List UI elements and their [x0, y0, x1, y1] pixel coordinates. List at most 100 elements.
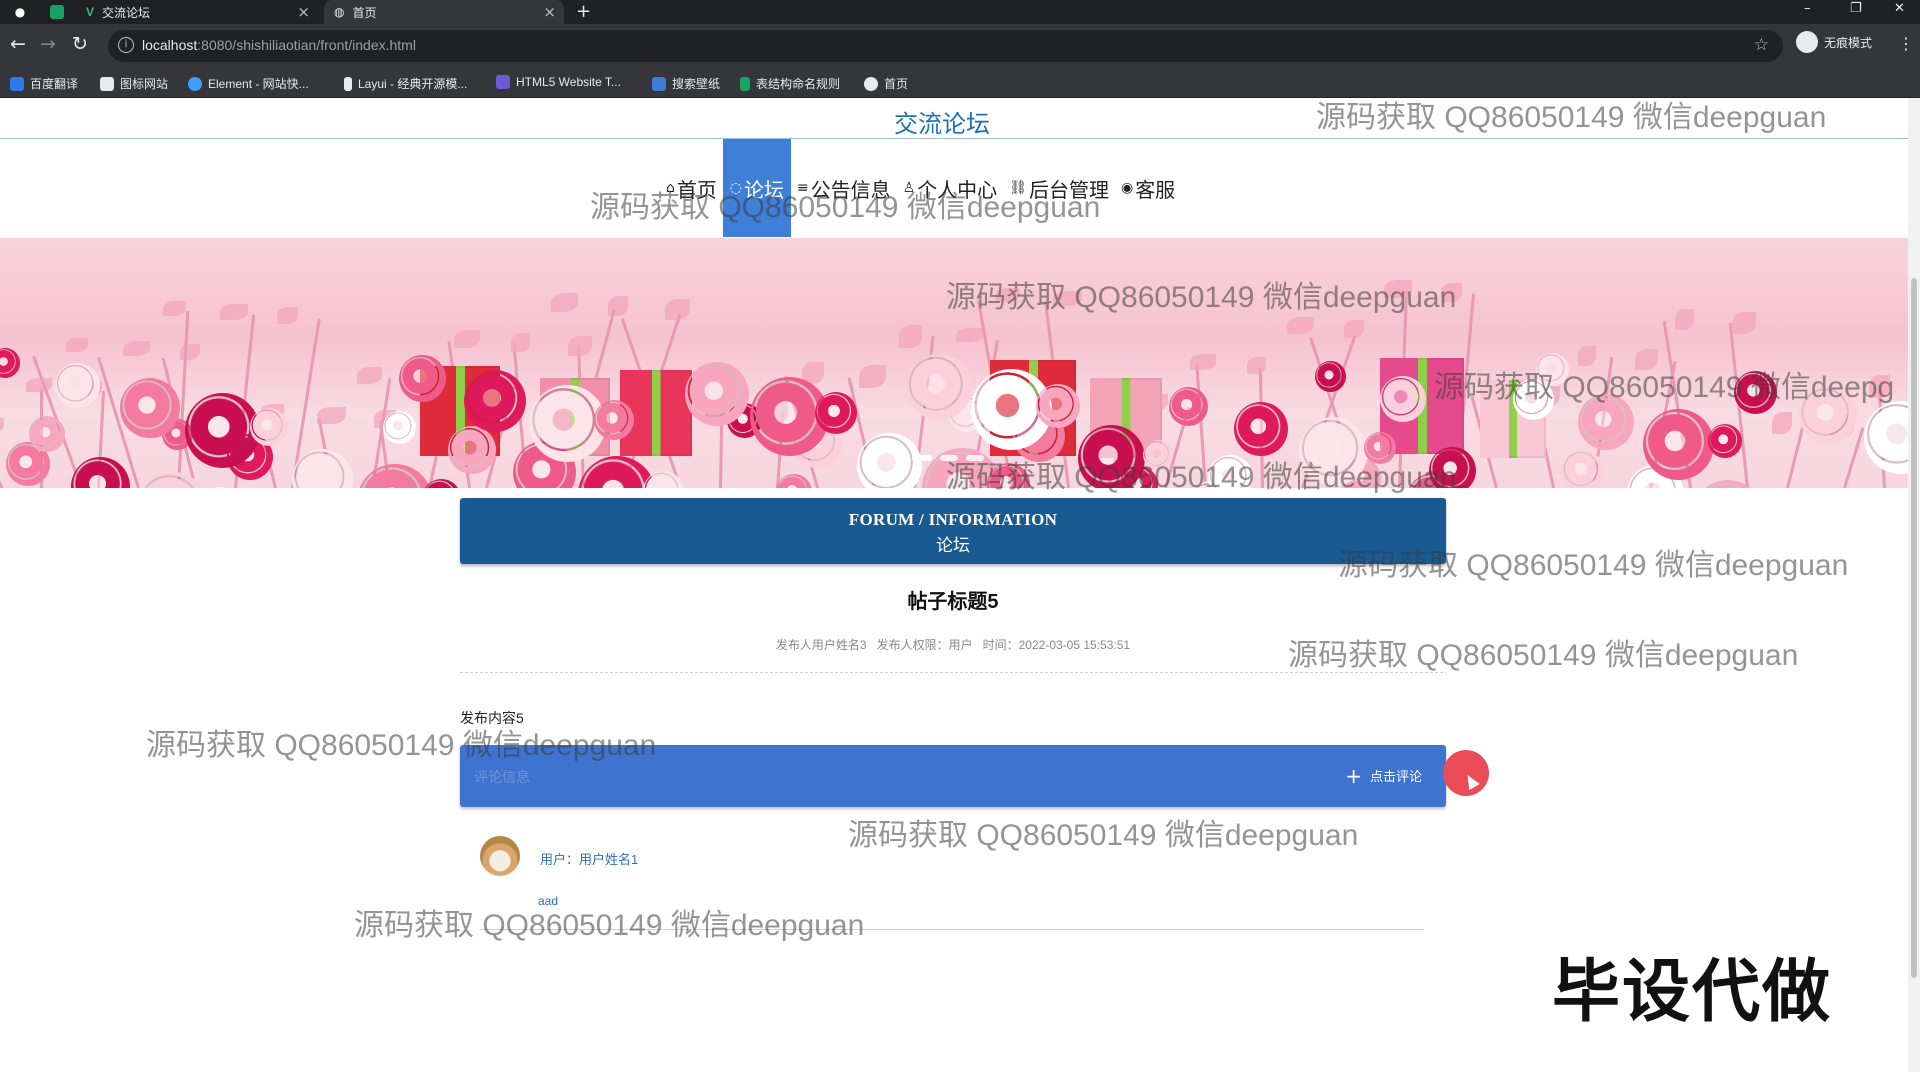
- promo-text: 毕设代做: [1552, 954, 1833, 1030]
- nav-admin[interactable]: ⛓ 后台管理: [1003, 139, 1115, 237]
- flag-icon: [100, 76, 114, 91]
- carousel-dot[interactable]: [940, 455, 958, 461]
- rose-flower: [120, 378, 180, 438]
- tab-home[interactable]: ◍ 首页 ×: [324, 0, 564, 24]
- menu-kebab-icon[interactable]: ⋮: [1898, 34, 1914, 53]
- bookmark-item[interactable]: 表结构命名规则: [740, 75, 840, 92]
- rose-flower: [55, 363, 100, 408]
- banner-stem: [0, 431, 3, 488]
- rose-flower: [1708, 424, 1742, 458]
- comment-bar-label: 评论信息: [474, 769, 530, 785]
- avatar[interactable]: [480, 836, 520, 876]
- rose-flower: [1734, 371, 1777, 414]
- banner-leaf: [1732, 312, 1756, 334]
- banner-leaf: [66, 338, 88, 352]
- minimize-button[interactable]: –: [1804, 1, 1811, 16]
- bookmark-item[interactable]: HTML5 Website T...: [496, 75, 621, 89]
- rose-flower: [1299, 417, 1368, 486]
- banner-leaf: [956, 328, 984, 342]
- post-role: 发布人权限：用户: [876, 638, 973, 652]
- bookmark-item[interactable]: Layui - 经典开源模...: [344, 75, 467, 92]
- address-bar[interactable]: i localhost:8080/shishiliaotian/front/in…: [108, 30, 1783, 62]
- banner-leaf: [1578, 346, 1596, 366]
- pinned-tab-icon[interactable]: [50, 5, 64, 19]
- comment-bar: 评论信息 + 点击评论: [460, 745, 1446, 807]
- banner-stem: [1195, 364, 1207, 488]
- rose-flower: [1380, 376, 1426, 422]
- incognito-icon: [1796, 31, 1818, 53]
- rose-flower: [448, 426, 496, 474]
- nav-forum[interactable]: ◌ 论坛: [722, 139, 791, 237]
- new-tab-button[interactable]: +: [576, 1, 591, 22]
- url-text: localhost:8080/shishiliaotian/front/inde…: [142, 37, 416, 53]
- reload-button[interactable]: ↻: [72, 33, 88, 55]
- nav-notice[interactable]: ≡ 公告信息: [791, 139, 897, 237]
- post-meta: 发布人用户姓名3 发布人权限：用户 时间：2022-03-05 15:53:51: [460, 636, 1446, 653]
- banner-leaf: [317, 407, 346, 424]
- html5-icon: [496, 75, 510, 89]
- carousel-dot[interactable]: [912, 455, 932, 461]
- banner-leaf: [1675, 309, 1694, 330]
- rose-flower: [1036, 384, 1080, 428]
- comment-user: 用户：用户姓名1: [540, 852, 639, 867]
- site-title: 交流论坛: [894, 111, 990, 138]
- back-button[interactable]: ←: [10, 33, 26, 55]
- support-icon: ◉: [1120, 180, 1134, 196]
- rose-flower: [0, 348, 20, 378]
- nav-label: 个人中心: [917, 179, 998, 202]
- globe-icon: ◍: [334, 5, 345, 19]
- rose-flower: [422, 479, 461, 488]
- tab-forum[interactable]: V 交流论坛 ×: [86, 0, 318, 24]
- bookmark-item[interactable]: Element - 网站快...: [188, 75, 309, 92]
- add-comment-button[interactable]: + 点击评论: [1345, 763, 1422, 788]
- banner-stem: [1786, 423, 1805, 488]
- banner-leaf: [163, 301, 186, 316]
- main-nav: ⌂ 首页 ◌ 论坛 ≡ 公告信息 ♙ 个人中心 ⛓ 后台管理 ◉ 客服: [660, 139, 1181, 237]
- bookmark-item[interactable]: 搜索壁纸: [652, 75, 720, 92]
- banner-carousel[interactable]: [0, 238, 1908, 488]
- tab-title: 交流论坛: [102, 5, 151, 20]
- link-icon: ⛓: [1009, 180, 1027, 196]
- rose-flower: [906, 354, 972, 420]
- close-window-button[interactable]: ✕: [1894, 1, 1905, 16]
- browser-profile-icon[interactable]: ●: [12, 4, 28, 20]
- banner-leaf: [0, 418, 4, 432]
- banner-leaf: [551, 293, 578, 312]
- bookmark-item[interactable]: 首页: [864, 75, 908, 92]
- nav-home[interactable]: ⌂ 首页: [660, 139, 723, 237]
- banner-leaf: [996, 288, 1020, 302]
- banner-leaf: [123, 341, 150, 356]
- element-icon: [188, 76, 202, 91]
- plus-icon: +: [1345, 763, 1362, 788]
- forward-button[interactable]: →: [40, 33, 56, 55]
- bookmark-star-icon[interactable]: ☆: [1754, 35, 1769, 55]
- post-time: 时间：2022-03-05 15:53:51: [982, 638, 1131, 652]
- restore-button[interactable]: ❐: [1850, 1, 1862, 16]
- banner-leaf: [26, 378, 52, 392]
- rose-flower: [1078, 425, 1145, 488]
- home-icon: ⌂: [666, 180, 675, 196]
- comment-text: aad: [538, 894, 559, 908]
- browser-tabstrip: ● V 交流论坛 × ◍ 首页 × + – ❐ ✕: [0, 0, 1920, 24]
- nav-label: 论坛: [744, 179, 784, 202]
- banner-leaf: [277, 307, 298, 324]
- nav-support[interactable]: ◉ 客服: [1115, 139, 1181, 237]
- rose-flower: [594, 400, 634, 440]
- carousel-dot[interactable]: [966, 455, 984, 461]
- scrollbar-thumb[interactable]: [1911, 278, 1917, 978]
- bookmark-item[interactable]: 百度翻译: [10, 75, 78, 92]
- section-title-en: FORUM / INFORMATION: [848, 510, 1058, 529]
- incognito-indicator[interactable]: 无痕模式: [1796, 31, 1872, 53]
- page-scrollbar[interactable]: [1908, 98, 1920, 1072]
- section-title-cn: 论坛: [936, 536, 970, 555]
- banner-leaf: [1772, 412, 1792, 434]
- rose-flower: [1429, 447, 1476, 488]
- nav-profile[interactable]: ♙ 个人中心: [897, 139, 1004, 237]
- click-highlight: [1443, 750, 1489, 796]
- site-info-icon[interactable]: i: [118, 37, 134, 53]
- post-author: 发布人用户姓名3: [775, 638, 867, 652]
- bookmark-item[interactable]: 图标网站: [100, 75, 168, 92]
- close-icon[interactable]: ×: [297, 3, 310, 21]
- close-icon[interactable]: ×: [543, 3, 556, 21]
- chat-icon: ◌: [729, 180, 742, 196]
